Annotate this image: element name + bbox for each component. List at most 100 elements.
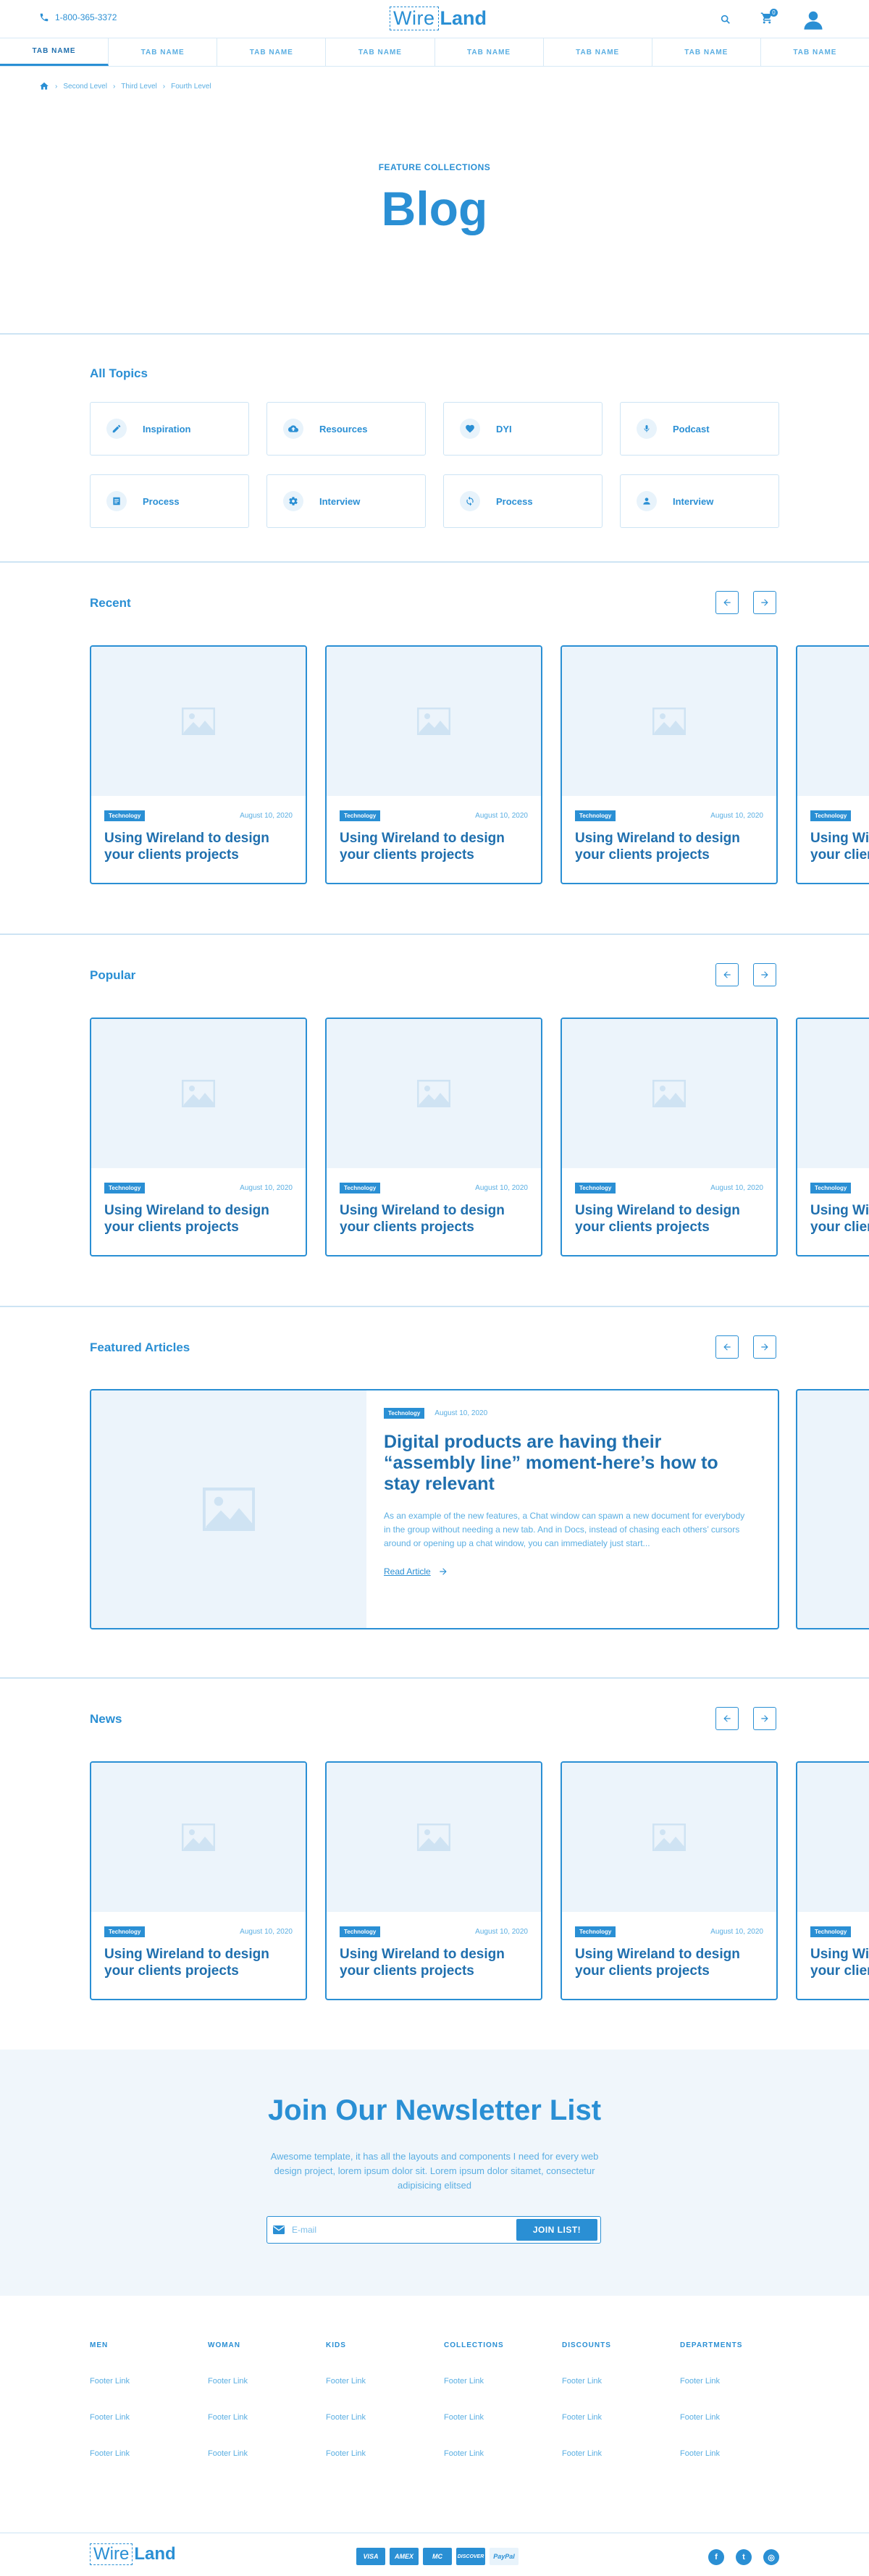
footer-link[interactable]: Footer Link [444, 2377, 545, 2386]
category-tag[interactable]: Technology [104, 810, 146, 821]
footer-link[interactable]: Footer Link [680, 2413, 781, 2422]
topic-inspiration[interactable]: Inspiration [90, 402, 249, 456]
tab-7[interactable]: TAB NAME [652, 38, 761, 66]
category-tag[interactable]: Technology [340, 1183, 381, 1193]
footer-link[interactable]: Footer Link [90, 2449, 191, 2458]
category-tag[interactable]: Technology [384, 1408, 425, 1419]
card-title[interactable]: Using Wireland to design your clients pr… [562, 1202, 776, 1235]
tab-1[interactable]: TAB NAME [0, 38, 109, 66]
breadcrumb-third-level[interactable]: Third Level [121, 83, 156, 91]
blog-card[interactable]: Technology August 10, 2020 Using Wireland… [561, 1761, 778, 2000]
join-list-button[interactable]: JOIN LIST! [516, 2219, 597, 2241]
footer-link[interactable]: Footer Link [326, 2377, 427, 2386]
topic-interview-2[interactable]: Interview [620, 474, 779, 528]
category-tag[interactable]: Technology [575, 1183, 616, 1193]
category-tag[interactable]: Technology [575, 810, 616, 821]
category-tag[interactable]: Technology [810, 1926, 852, 1937]
footer-link[interactable]: Footer Link [562, 2449, 663, 2458]
blog-card[interactable]: Technology August 10, 2020 Using Wireland… [561, 645, 778, 884]
recent-prev-button[interactable] [715, 591, 739, 614]
read-article-link[interactable]: Read Article [384, 1566, 749, 1577]
news-next-button[interactable] [753, 1707, 776, 1730]
featured-next-button[interactable] [753, 1335, 776, 1359]
footer-link[interactable]: Footer Link [208, 2449, 309, 2458]
card-title[interactable]: Using Wireland to design your clients pr… [562, 1946, 776, 1979]
card-title[interactable]: Using Wireland to design your clients pr… [327, 1202, 541, 1235]
footer-link[interactable]: Footer Link [90, 2413, 191, 2422]
footer-link[interactable]: Footer Link [444, 2449, 545, 2458]
blog-card-partial[interactable]: Technology Using Wireland to design your… [796, 1761, 869, 2000]
card-title[interactable]: Using Wireland to design your clients pr… [91, 1202, 306, 1235]
topic-process[interactable]: Process [90, 474, 249, 528]
blog-card[interactable]: Technology August 10, 2020 Using Wireland… [90, 645, 307, 884]
footer-link[interactable]: Footer Link [562, 2377, 663, 2386]
category-tag[interactable]: Technology [810, 1183, 852, 1193]
news-prev-button[interactable] [715, 1707, 739, 1730]
footer-link[interactable]: Footer Link [562, 2413, 663, 2422]
blog-card[interactable]: Technology August 10, 2020 Using Wireland… [325, 1018, 542, 1256]
featured-article-card[interactable]: Technology August 10, 2020 Digital produ… [90, 1389, 779, 1629]
footer-link[interactable]: Footer Link [326, 2449, 427, 2458]
footer-link[interactable]: Footer Link [208, 2413, 309, 2422]
category-tag[interactable]: Technology [575, 1926, 616, 1937]
card-title[interactable]: Using Wireland to design your clients pr… [91, 830, 306, 863]
card-title[interactable]: Using Wireland to design your clients pr… [327, 1946, 541, 1979]
footer-link[interactable]: Footer Link [326, 2413, 427, 2422]
user-avatar-icon[interactable] [802, 9, 824, 30]
footer-link[interactable]: Footer Link [90, 2377, 191, 2386]
tab-8[interactable]: TAB NAME [761, 38, 869, 66]
breadcrumb-separator: › [55, 82, 58, 91]
footer-link[interactable]: Footer Link [444, 2413, 545, 2422]
category-tag[interactable]: Technology [810, 810, 852, 821]
arrow-right-icon [761, 1715, 768, 1722]
blog-card[interactable]: Technology August 10, 2020 Using Wireland… [561, 1018, 778, 1256]
card-title[interactable]: Using Wireland to design your clients pr… [562, 830, 776, 863]
topic-podcast[interactable]: Podcast [620, 402, 779, 456]
card-title[interactable]: Using Wireland to design your clients pr… [797, 830, 869, 863]
recent-next-button[interactable] [753, 591, 776, 614]
tab-6[interactable]: TAB NAME [544, 38, 652, 66]
footer-link[interactable]: Footer Link [680, 2449, 781, 2458]
twitter-icon[interactable]: t [736, 2549, 752, 2565]
logo[interactable]: Wire Land [390, 6, 487, 30]
card-title[interactable]: Using Wireland to design your clients pr… [91, 1946, 306, 1979]
phone-link[interactable]: 1-800-365-3372 [39, 12, 117, 22]
card-title[interactable]: Using Wireland to design your clients pr… [327, 830, 541, 863]
email-input[interactable]: E-mail [292, 2225, 516, 2235]
card-title[interactable]: Using Wireland to design your clients pr… [797, 1202, 869, 1235]
footer-link[interactable]: Footer Link [208, 2377, 309, 2386]
breadcrumb-second-level[interactable]: Second Level [63, 83, 107, 91]
footer-link[interactable]: Footer Link [680, 2377, 781, 2386]
blog-card[interactable]: Technology August 10, 2020 Using Wireland… [90, 1018, 307, 1256]
topic-process-2[interactable]: Process [443, 474, 603, 528]
blog-card-partial[interactable]: Technology Using Wireland to design your… [796, 1018, 869, 1256]
blog-card-partial[interactable]: Technology Using Wireland to design your… [796, 645, 869, 884]
topic-interview[interactable]: Interview [266, 474, 426, 528]
blog-card[interactable]: Technology August 10, 2020 Using Wireland… [325, 645, 542, 884]
blog-card[interactable]: Technology August 10, 2020 Using Wireland… [90, 1761, 307, 2000]
featured-headline[interactable]: Digital products are having their “assem… [384, 1432, 749, 1495]
tab-5[interactable]: TAB NAME [435, 38, 544, 66]
popular-prev-button[interactable] [715, 963, 739, 986]
category-tag[interactable]: Technology [340, 810, 381, 821]
category-tag[interactable]: Technology [340, 1926, 381, 1937]
featured-prev-button[interactable] [715, 1335, 739, 1359]
blog-card[interactable]: Technology August 10, 2020 Using Wireland… [325, 1761, 542, 2000]
card-title[interactable]: Using Wireland to design your clients pr… [797, 1946, 869, 1979]
breadcrumb-fourth-level[interactable]: Fourth Level [171, 83, 211, 91]
facebook-icon[interactable]: f [708, 2549, 724, 2565]
category-tag[interactable]: Technology [104, 1183, 146, 1193]
instagram-icon[interactable]: ◎ [763, 2549, 779, 2565]
popular-next-button[interactable] [753, 963, 776, 986]
tab-3[interactable]: TAB NAME [217, 38, 327, 66]
tab-4[interactable]: TAB NAME [326, 38, 435, 66]
category-tag[interactable]: Technology [104, 1926, 146, 1937]
topic-dyi[interactable]: DYI [443, 402, 603, 456]
topic-resources[interactable]: Resources [266, 402, 426, 456]
tab-2[interactable]: TAB NAME [109, 38, 218, 66]
search-icon[interactable] [720, 14, 731, 25]
featured-article-card-partial[interactable] [796, 1389, 869, 1629]
cart-button[interactable]: 0 [760, 8, 778, 28]
footer-logo[interactable]: Wire Land [90, 2543, 176, 2565]
home-icon[interactable] [39, 81, 49, 91]
